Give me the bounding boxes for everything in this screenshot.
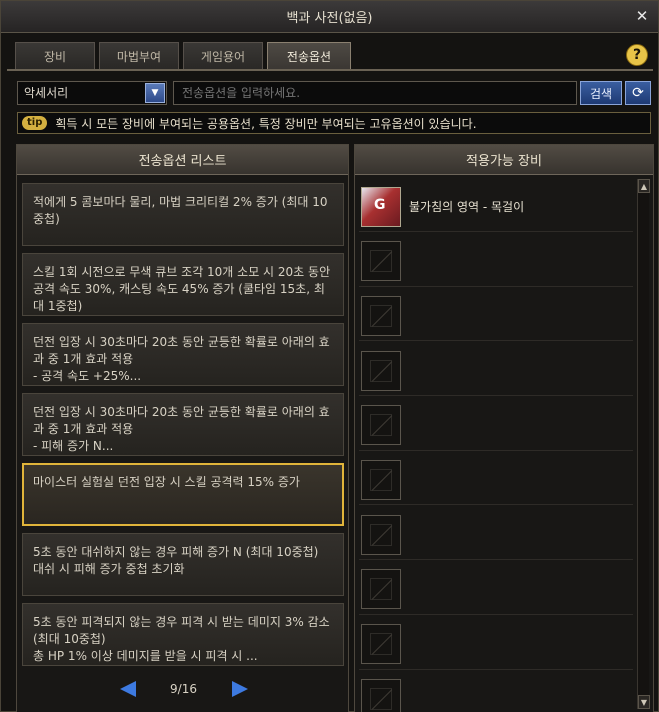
equipment-name: 불가침의 영역 - 목걸이	[409, 200, 525, 214]
equipment-row-empty	[359, 401, 633, 451]
equipment-scrollbar[interactable]: ▲ ▼	[637, 179, 650, 709]
page-indicator: 9/16	[170, 682, 197, 696]
empty-slot-icon	[361, 405, 401, 446]
necklace-icon[interactable]	[361, 186, 401, 227]
option-list-header: 전송옵션 리스트	[17, 145, 348, 175]
chevron-down-icon[interactable]: ▼	[145, 83, 165, 103]
search-button[interactable]: 검색	[580, 81, 622, 105]
option-item[interactable]: 던전 입장 시 30초마다 20초 동안 균등한 확률로 아래의 효과 중 1개…	[22, 393, 344, 456]
option-item[interactable]: 던전 입장 시 30초마다 20초 동안 균등한 확률로 아래의 효과 중 1개…	[22, 323, 344, 386]
scroll-up-icon[interactable]: ▲	[638, 179, 650, 193]
window-title: 백과 사전(없음)	[286, 11, 373, 26]
tab-enchant[interactable]: 마법부여	[99, 42, 179, 69]
option-item[interactable]: 스킬 1회 시전으로 무색 큐브 조각 10개 소모 시 20초 동안 공격 속…	[22, 253, 344, 316]
equipment-row-empty	[359, 291, 633, 342]
equipment-row-empty	[359, 510, 633, 561]
title-bar[interactable]: 백과 사전(없음) ✕	[1, 1, 658, 33]
search-row: 악세서리 ▼ 검색 ⟳	[17, 81, 653, 105]
equipment-list: 불가침의 영역 - 목걸이	[359, 182, 633, 712]
pagination: 9/16	[17, 679, 350, 699]
dictionary-window: 백과 사전(없음) ✕ 장비 마법부여 게임용어 전송옵션 ? 악세서리 ▼ 검…	[0, 0, 659, 712]
tab-transfer-options[interactable]: 전송옵션	[267, 42, 351, 70]
empty-slot-icon	[361, 624, 401, 664]
tab-equipment[interactable]: 장비	[15, 42, 95, 69]
equipment-panel: 적용가능 장비 불가침의 영역 - 목걸이 ▲ ▼	[354, 144, 654, 712]
tip-bar: tip 획득 시 모든 장비에 부여되는 공용옵션, 특정 장비만 부여되는 고…	[17, 112, 651, 134]
tab-bar: 장비 마법부여 게임용어 전송옵션	[15, 42, 351, 70]
refresh-icon[interactable]: ⟳	[625, 81, 651, 105]
help-icon[interactable]: ?	[626, 44, 648, 66]
category-select[interactable]: 악세서리 ▼	[17, 81, 167, 105]
empty-slot-icon	[361, 514, 401, 555]
equipment-row-empty	[359, 237, 633, 287]
equipment-row-empty	[359, 565, 633, 615]
category-select-value: 악세서리	[24, 86, 69, 100]
equipment-row-empty	[359, 674, 633, 712]
option-list: 적에게 5 콤보마다 물리, 마법 크리티컬 2% 증가 (최대 10중첩) 스…	[22, 183, 345, 673]
option-item[interactable]: 적에게 5 콤보마다 물리, 마법 크리티컬 2% 증가 (최대 10중첩)	[22, 183, 344, 246]
tab-divider	[7, 69, 653, 71]
empty-slot-icon	[361, 678, 401, 712]
option-list-panel: 전송옵션 리스트 적에게 5 콤보마다 물리, 마법 크리티컬 2% 증가 (최…	[16, 144, 349, 712]
empty-slot-icon	[361, 569, 401, 610]
equipment-row-empty	[359, 620, 633, 670]
empty-slot-icon	[361, 459, 401, 500]
next-page-icon[interactable]	[231, 681, 248, 697]
option-item[interactable]: 5초 동안 피격되지 않는 경우 피격 시 받는 데미지 3% 감소 (최대 1…	[22, 603, 344, 666]
equipment-row[interactable]: 불가침의 영역 - 목걸이	[359, 182, 633, 232]
close-icon[interactable]: ✕	[634, 8, 650, 24]
empty-slot-icon	[361, 241, 401, 282]
tip-text: 획득 시 모든 장비에 부여되는 공용옵션, 특정 장비만 부여되는 고유옵션이…	[55, 116, 477, 131]
prev-page-icon[interactable]	[119, 681, 136, 697]
empty-slot-icon	[361, 350, 401, 391]
option-item-selected[interactable]: 마이스터 실험실 던전 입장 시 스킬 공격력 15% 증가	[22, 463, 344, 526]
tip-badge: tip	[22, 116, 48, 130]
empty-slot-icon	[361, 295, 401, 336]
scroll-down-icon[interactable]: ▼	[638, 695, 650, 709]
tab-game-terms[interactable]: 게임용어	[183, 42, 263, 69]
option-item[interactable]: 5초 동안 대쉬하지 않는 경우 피해 증가 N (최대 10중첩) 대쉬 시 …	[22, 533, 344, 596]
search-input[interactable]	[173, 81, 577, 105]
equipment-header: 적용가능 장비	[355, 145, 653, 175]
equipment-row-empty	[359, 455, 633, 506]
equipment-row-empty	[359, 346, 633, 397]
